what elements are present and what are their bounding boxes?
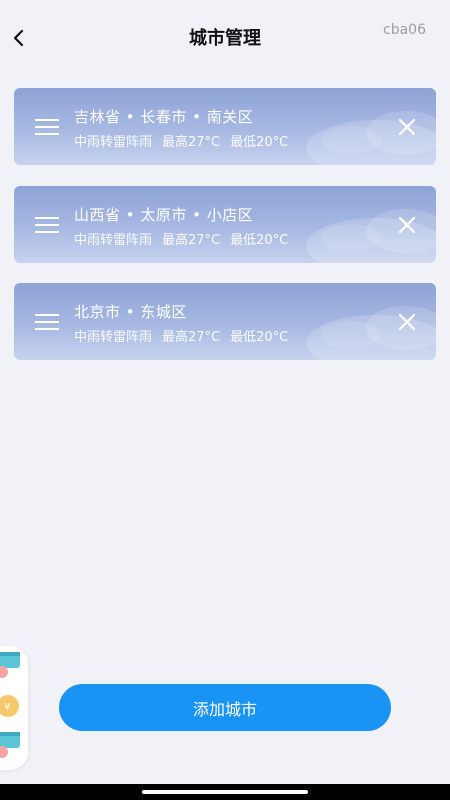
city-weather-line: 中雨转雷阵雨 最高27°C 最低20°C (74, 131, 298, 150)
close-icon[interactable] (398, 313, 416, 331)
drag-handle-icon[interactable] (34, 117, 60, 137)
temp-high: 最高27°C (162, 233, 221, 248)
close-icon[interactable] (398, 118, 416, 136)
city-card[interactable]: 山西省 • 太原市 • 小店区 中雨转雷阵雨 最高27°C 最低20°C (14, 186, 436, 263)
temp-low: 最低20°C (230, 135, 289, 150)
temp-high: 最高27°C (162, 135, 221, 150)
svg-text:¥: ¥ (4, 702, 10, 713)
top-bar: 城市管理 cba06 (0, 0, 450, 72)
header-tag: cba06 (383, 22, 426, 38)
drag-handle-icon[interactable] (34, 312, 60, 332)
city-weather-line: 中雨转雷阵雨 最高27°C 最低20°C (74, 229, 298, 248)
temp-low: 最低20°C (230, 330, 289, 345)
city-location: 北京市 • 东城区 (74, 303, 187, 321)
drag-handle-icon[interactable] (34, 215, 60, 235)
weather-condition: 中雨转雷阵雨 (74, 330, 153, 345)
temp-low: 最低20°C (230, 233, 289, 248)
calendar-icon: ¥ (0, 652, 20, 758)
close-icon[interactable] (398, 216, 416, 234)
city-weather-line: 中雨转雷阵雨 最高27°C 最低20°C (74, 326, 298, 345)
add-city-button[interactable]: 添加城市 (59, 684, 391, 731)
temp-high: 最高27°C (162, 330, 221, 345)
weather-condition: 中雨转雷阵雨 (74, 233, 153, 248)
city-location: 吉林省 • 长春市 • 南关区 (74, 108, 254, 126)
home-indicator[interactable] (142, 790, 308, 794)
city-card[interactable]: 北京市 • 东城区 中雨转雷阵雨 最高27°C 最低20°C (14, 283, 436, 360)
city-card[interactable]: 吉林省 • 长春市 • 南关区 中雨转雷阵雨 最高27°C 最低20°C (14, 88, 436, 165)
city-location: 山西省 • 太原市 • 小店区 (74, 206, 254, 224)
weather-condition: 中雨转雷阵雨 (74, 135, 153, 150)
floating-widget[interactable]: ¥ (0, 646, 28, 770)
